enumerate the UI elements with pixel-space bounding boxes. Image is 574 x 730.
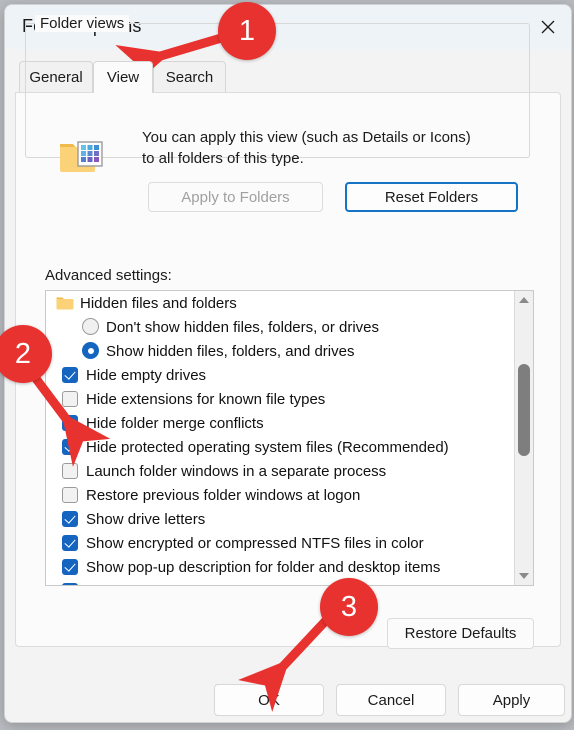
scrollbar-thumb[interactable]	[518, 364, 530, 456]
checkbox[interactable]	[62, 463, 78, 479]
advanced-setting-label: Launch folder windows in a separate proc…	[86, 462, 387, 480]
checkbox[interactable]	[62, 487, 78, 503]
advanced-setting-label: Show drive letters	[86, 510, 206, 528]
scroll-down-arrow-icon[interactable]	[515, 567, 533, 585]
advanced-setting-label: Show hidden files, folders, and drives	[106, 342, 355, 360]
radio-button[interactable]	[82, 342, 99, 359]
apply-label: Apply	[492, 691, 531, 709]
advanced-setting-row[interactable]: Hide protected operating system files (R…	[46, 435, 516, 459]
advanced-setting-label: Don't show hidden files, folders, or dri…	[106, 318, 379, 336]
radio-button[interactable]	[82, 318, 99, 335]
advanced-setting-row[interactable]: Restore previous folder windows at logon	[46, 483, 516, 507]
advanced-setting-label: Restore previous folder windows at logon	[86, 486, 361, 504]
ok-label: OK	[258, 691, 280, 709]
apply-to-folders-button[interactable]: Apply to Folders	[148, 182, 323, 212]
tab-view-label: View	[106, 69, 140, 86]
advanced-setting-label: Hide folder merge conflicts	[86, 414, 264, 432]
advanced-setting-label: Show preview handlers in preview pane	[86, 583, 350, 586]
advanced-setting-row[interactable]: Hide extensions for known file types	[46, 387, 516, 411]
advanced-settings-label: Advanced settings:	[45, 267, 172, 284]
cancel-button[interactable]: Cancel	[336, 684, 446, 716]
reset-folders-button[interactable]: Reset Folders	[345, 182, 518, 212]
folder-icon	[56, 296, 74, 310]
advanced-setting-label: Hide empty drives	[86, 366, 207, 384]
reset-folders-label: Reset Folders	[384, 188, 479, 206]
advanced-setting-row[interactable]: Hidden files and folders	[46, 291, 516, 315]
apply-to-folders-label: Apply to Folders	[181, 188, 290, 206]
restore-defaults-button[interactable]: Restore Defaults	[387, 618, 534, 649]
advanced-setting-row[interactable]: Show drive letters	[46, 507, 516, 531]
checkbox[interactable]	[62, 415, 78, 431]
advanced-settings-list[interactable]: Hidden files and folders Don't show hidde…	[45, 290, 534, 586]
checkbox[interactable]	[62, 511, 78, 527]
advanced-setting-row[interactable]: Don't show hidden files, folders, or dri…	[46, 315, 516, 339]
tab-view[interactable]: View	[93, 61, 153, 93]
advanced-setting-row[interactable]: Show preview handlers in preview pane	[46, 579, 516, 586]
advanced-setting-label: Hide protected operating system files (R…	[86, 438, 449, 456]
advanced-setting-label: Show pop-up description for folder and d…	[86, 558, 441, 576]
advanced-setting-row[interactable]: Launch folder windows in a separate proc…	[46, 459, 516, 483]
checkbox[interactable]	[62, 367, 78, 383]
folder-views-legend: Folder views	[35, 15, 130, 32]
folder-view-icon	[57, 135, 107, 179]
checkbox[interactable]	[62, 535, 78, 551]
checkbox[interactable]	[62, 391, 78, 407]
checkbox[interactable]	[62, 559, 78, 575]
advanced-setting-row[interactable]: Show encrypted or compressed NTFS files …	[46, 531, 516, 555]
ok-button[interactable]: OK	[214, 684, 324, 716]
advanced-settings-items: Hidden files and folders Don't show hidde…	[46, 291, 516, 586]
apply-button[interactable]: Apply	[458, 684, 565, 716]
advanced-setting-row[interactable]: Hide folder merge conflicts	[46, 411, 516, 435]
checkbox[interactable]	[62, 583, 78, 585]
advanced-setting-row[interactable]: Show hidden files, folders, and drives	[46, 339, 516, 363]
cancel-label: Cancel	[367, 691, 415, 709]
checkbox[interactable]	[62, 439, 78, 455]
advanced-setting-row[interactable]: Hide empty drives	[46, 363, 516, 387]
advanced-setting-label: Hide extensions for known file types	[86, 390, 326, 408]
advanced-setting-label: Hidden files and folders	[80, 294, 237, 312]
advanced-setting-row[interactable]: Show pop-up description for folder and d…	[46, 555, 516, 579]
close-icon[interactable]	[525, 5, 571, 49]
scroll-up-arrow-icon[interactable]	[515, 291, 533, 309]
folder-options-dialog: Folder Options General View Search Folde…	[4, 4, 572, 723]
advanced-setting-label: Show encrypted or compressed NTFS files …	[86, 534, 424, 552]
advanced-settings-scrollbar[interactable]	[514, 291, 533, 585]
restore-defaults-label: Restore Defaults	[404, 625, 517, 642]
folder-views-description: You can apply this view (such as Details…	[142, 129, 471, 167]
